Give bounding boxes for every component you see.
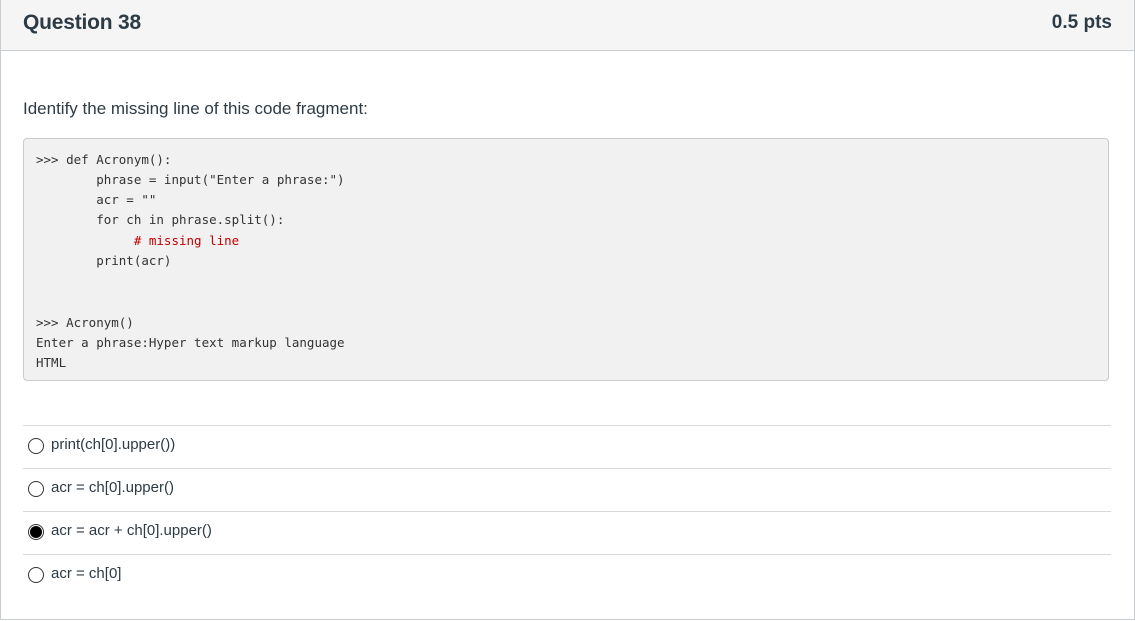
answer-option-3[interactable]: acr = acr + ch[0].upper() [23,511,1111,554]
answer-option-2[interactable]: acr = ch[0].upper() [23,468,1111,511]
question-header: Question 38 0.5 pts [1,0,1134,51]
radio-button-selected[interactable] [28,524,44,540]
code-line: print(acr) [36,253,172,268]
code-line: >>> def Acronym(): [36,152,172,167]
code-line: acr = "" [36,192,157,207]
question-prompt: Identify the missing line of this code f… [23,99,368,118]
answer-label[interactable]: acr = ch[0] [51,565,121,582]
answer-list: print(ch[0].upper()) acr = ch[0].upper()… [23,425,1111,597]
answer-label[interactable]: acr = ch[0].upper() [51,479,174,496]
code-comment-line: # missing line [36,233,240,248]
radio-button[interactable] [28,438,44,454]
question-points: 0.5 pts [1051,12,1112,33]
answer-option-4[interactable]: acr = ch[0] [23,554,1111,597]
code-line: phrase = input("Enter a phrase:") [36,172,345,187]
question-card: Question 38 0.5 pts Identify the missing… [0,0,1135,620]
code-block: >>> def Acronym(): phrase = input("Enter… [23,138,1109,381]
code-line: HTML [36,355,67,370]
answer-option-1[interactable]: print(ch[0].upper()) [23,425,1111,468]
answer-label[interactable]: acr = acr + ch[0].upper() [51,522,212,539]
radio-button[interactable] [28,567,44,583]
code-line: Enter a phrase:Hyper text markup languag… [36,335,345,350]
code-line: for ch in phrase.split(): [36,212,285,227]
question-title: Question 38 [23,11,141,34]
answer-label[interactable]: print(ch[0].upper()) [51,436,175,453]
radio-button[interactable] [28,481,44,497]
code-line: >>> Acronym() [36,315,134,330]
